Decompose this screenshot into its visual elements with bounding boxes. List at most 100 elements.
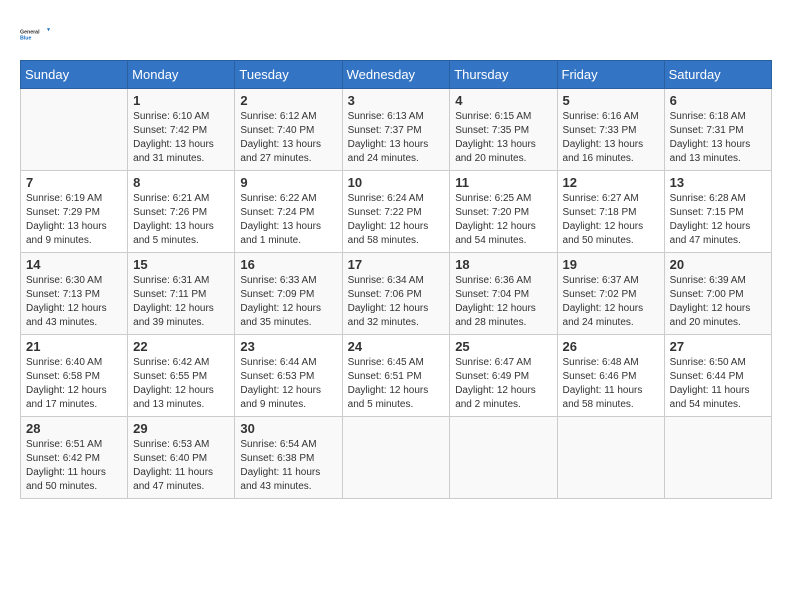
calendar-cell: 17Sunrise: 6:34 AMSunset: 7:06 PMDayligh… bbox=[342, 253, 450, 335]
calendar-cell: 9 Sunrise: 6:22 AMSunset: 7:24 PMDaylight… bbox=[235, 171, 342, 253]
column-header-tuesday: Tuesday bbox=[235, 61, 342, 89]
day-info: Sunrise: 6:10 AMSunset: 7:42 PMDaylight:… bbox=[133, 110, 229, 166]
day-number: 2 bbox=[240, 93, 336, 108]
calendar-cell: 5Sunrise: 6:16 AMSunset: 7:33 PMDaylight… bbox=[557, 89, 664, 171]
calendar-cell: 13 Sunrise: 6:28 AMSunset: 7:15 PMDayligh… bbox=[664, 171, 771, 253]
day-info: Sunrise: 6:18 AMSunset: 7:31 PMDaylight:… bbox=[670, 110, 766, 166]
logo-icon: General Blue bbox=[20, 20, 50, 50]
week-row-2: 7 Sunrise: 6:19 AMSunset: 7:29 PMDaylight… bbox=[21, 171, 772, 253]
calendar-cell bbox=[21, 89, 128, 171]
day-number: 10 bbox=[348, 175, 445, 190]
day-number: 29 bbox=[133, 421, 229, 436]
calendar-cell bbox=[450, 417, 557, 499]
calendar-cell: 6 Sunrise: 6:18 AMSunset: 7:31 PMDaylight… bbox=[664, 89, 771, 171]
day-info: Sunrise: 6:40 AMSunset: 6:58 PMDaylight:… bbox=[26, 356, 122, 412]
header-row: SundayMondayTuesdayWednesdayThursdayFrid… bbox=[21, 61, 772, 89]
calendar-table: SundayMondayTuesdayWednesdayThursdayFrid… bbox=[20, 60, 772, 499]
calendar-cell: 2 Sunrise: 6:12 AMSunset: 7:40 PMDaylight… bbox=[235, 89, 342, 171]
day-info: Sunrise: 6:47 AMSunset: 6:49 PMDaylight:… bbox=[455, 356, 551, 412]
day-info: Sunrise: 6:48 AMSunset: 6:46 PMDaylight:… bbox=[563, 356, 659, 412]
calendar-cell bbox=[557, 417, 664, 499]
day-number: 11 bbox=[455, 175, 551, 190]
day-number: 12 bbox=[563, 175, 659, 190]
day-info: Sunrise: 6:27 AMSunset: 7:18 PMDaylight:… bbox=[563, 192, 659, 248]
day-number: 9 bbox=[240, 175, 336, 190]
calendar-cell: 16 Sunrise: 6:33 AMSunset: 7:09 PMDayligh… bbox=[235, 253, 342, 335]
day-number: 19 bbox=[563, 257, 659, 272]
day-number: 7 bbox=[26, 175, 122, 190]
day-number: 21 bbox=[26, 339, 122, 354]
calendar-cell: 25 Sunrise: 6:47 AMSunset: 6:49 PMDayligh… bbox=[450, 335, 557, 417]
day-number: 5 bbox=[563, 93, 659, 108]
day-info: Sunrise: 6:39 AMSunset: 7:00 PMDaylight:… bbox=[670, 274, 766, 330]
day-number: 18 bbox=[455, 257, 551, 272]
calendar-cell bbox=[664, 417, 771, 499]
calendar-cell: 28Sunrise: 6:51 AMSunset: 6:42 PMDayligh… bbox=[21, 417, 128, 499]
week-row-1: 1 Sunrise: 6:10 AMSunset: 7:42 PMDaylight… bbox=[21, 89, 772, 171]
day-number: 4 bbox=[455, 93, 551, 108]
column-header-thursday: Thursday bbox=[450, 61, 557, 89]
day-info: Sunrise: 6:21 AMSunset: 7:26 PMDaylight:… bbox=[133, 192, 229, 248]
day-number: 3 bbox=[348, 93, 445, 108]
column-header-monday: Monday bbox=[128, 61, 235, 89]
week-row-5: 28Sunrise: 6:51 AMSunset: 6:42 PMDayligh… bbox=[21, 417, 772, 499]
day-number: 26 bbox=[563, 339, 659, 354]
day-number: 17 bbox=[348, 257, 445, 272]
calendar-cell: 15 Sunrise: 6:31 AMSunset: 7:11 PMDayligh… bbox=[128, 253, 235, 335]
day-info: Sunrise: 6:24 AMSunset: 7:22 PMDaylight:… bbox=[348, 192, 445, 248]
calendar-cell: 18 Sunrise: 6:36 AMSunset: 7:04 PMDayligh… bbox=[450, 253, 557, 335]
calendar-cell: 30Sunrise: 6:54 AMSunset: 6:38 PMDayligh… bbox=[235, 417, 342, 499]
day-number: 1 bbox=[133, 93, 229, 108]
week-row-4: 21 Sunrise: 6:40 AMSunset: 6:58 PMDayligh… bbox=[21, 335, 772, 417]
day-info: Sunrise: 6:28 AMSunset: 7:15 PMDaylight:… bbox=[670, 192, 766, 248]
day-info: Sunrise: 6:12 AMSunset: 7:40 PMDaylight:… bbox=[240, 110, 336, 166]
calendar-cell: 22 Sunrise: 6:42 AMSunset: 6:55 PMDayligh… bbox=[128, 335, 235, 417]
day-number: 22 bbox=[133, 339, 229, 354]
calendar-cell: 24 Sunrise: 6:45 AMSunset: 6:51 PMDayligh… bbox=[342, 335, 450, 417]
day-info: Sunrise: 6:33 AMSunset: 7:09 PMDaylight:… bbox=[240, 274, 336, 330]
day-info: Sunrise: 6:50 AMSunset: 6:44 PMDaylight:… bbox=[670, 356, 766, 412]
calendar-cell: 1 Sunrise: 6:10 AMSunset: 7:42 PMDaylight… bbox=[128, 89, 235, 171]
day-number: 30 bbox=[240, 421, 336, 436]
day-number: 25 bbox=[455, 339, 551, 354]
day-info: Sunrise: 6:30 AMSunset: 7:13 PMDaylight:… bbox=[26, 274, 122, 330]
calendar-cell: 12 Sunrise: 6:27 AMSunset: 7:18 PMDayligh… bbox=[557, 171, 664, 253]
day-number: 6 bbox=[670, 93, 766, 108]
calendar-cell: 19 Sunrise: 6:37 AMSunset: 7:02 PMDayligh… bbox=[557, 253, 664, 335]
day-info: Sunrise: 6:22 AMSunset: 7:24 PMDaylight:… bbox=[240, 192, 336, 248]
column-header-saturday: Saturday bbox=[664, 61, 771, 89]
calendar-cell: 11 Sunrise: 6:25 AMSunset: 7:20 PMDayligh… bbox=[450, 171, 557, 253]
day-number: 23 bbox=[240, 339, 336, 354]
calendar-cell: 23 Sunrise: 6:44 AMSunset: 6:53 PMDayligh… bbox=[235, 335, 342, 417]
day-info: Sunrise: 6:42 AMSunset: 6:55 PMDaylight:… bbox=[133, 356, 229, 412]
day-number: 20 bbox=[670, 257, 766, 272]
column-header-friday: Friday bbox=[557, 61, 664, 89]
day-number: 8 bbox=[133, 175, 229, 190]
day-info: Sunrise: 6:15 AMSunset: 7:35 PMDaylight:… bbox=[455, 110, 551, 166]
day-number: 27 bbox=[670, 339, 766, 354]
day-number: 16 bbox=[240, 257, 336, 272]
day-info: Sunrise: 6:53 AMSunset: 6:40 PMDaylight:… bbox=[133, 438, 229, 494]
calendar-cell: 4 Sunrise: 6:15 AMSunset: 7:35 PMDaylight… bbox=[450, 89, 557, 171]
day-info: Sunrise: 6:36 AMSunset: 7:04 PMDaylight:… bbox=[455, 274, 551, 330]
day-number: 24 bbox=[348, 339, 445, 354]
day-info: Sunrise: 6:19 AMSunset: 7:29 PMDaylight:… bbox=[26, 192, 122, 248]
calendar-cell: 8 Sunrise: 6:21 AMSunset: 7:26 PMDaylight… bbox=[128, 171, 235, 253]
day-info: Sunrise: 6:31 AMSunset: 7:11 PMDaylight:… bbox=[133, 274, 229, 330]
calendar-cell: 20 Sunrise: 6:39 AMSunset: 7:00 PMDayligh… bbox=[664, 253, 771, 335]
day-number: 13 bbox=[670, 175, 766, 190]
day-info: Sunrise: 6:44 AMSunset: 6:53 PMDaylight:… bbox=[240, 356, 336, 412]
svg-text:Blue: Blue bbox=[20, 36, 31, 42]
day-info: Sunrise: 6:45 AMSunset: 6:51 PMDaylight:… bbox=[348, 356, 445, 412]
calendar-cell: 3 Sunrise: 6:13 AMSunset: 7:37 PMDaylight… bbox=[342, 89, 450, 171]
day-info: Sunrise: 6:25 AMSunset: 7:20 PMDaylight:… bbox=[455, 192, 551, 248]
day-info: Sunrise: 6:13 AMSunset: 7:37 PMDaylight:… bbox=[348, 110, 445, 166]
day-number: 15 bbox=[133, 257, 229, 272]
day-info: Sunrise: 6:37 AMSunset: 7:02 PMDaylight:… bbox=[563, 274, 659, 330]
svg-text:General: General bbox=[20, 30, 40, 36]
calendar-cell: 26 Sunrise: 6:48 AMSunset: 6:46 PMDayligh… bbox=[557, 335, 664, 417]
column-header-wednesday: Wednesday bbox=[342, 61, 450, 89]
calendar-cell: 10 Sunrise: 6:24 AMSunset: 7:22 PMDayligh… bbox=[342, 171, 450, 253]
calendar-cell: 27 Sunrise: 6:50 AMSunset: 6:44 PMDayligh… bbox=[664, 335, 771, 417]
week-row-3: 14Sunrise: 6:30 AMSunset: 7:13 PMDayligh… bbox=[21, 253, 772, 335]
